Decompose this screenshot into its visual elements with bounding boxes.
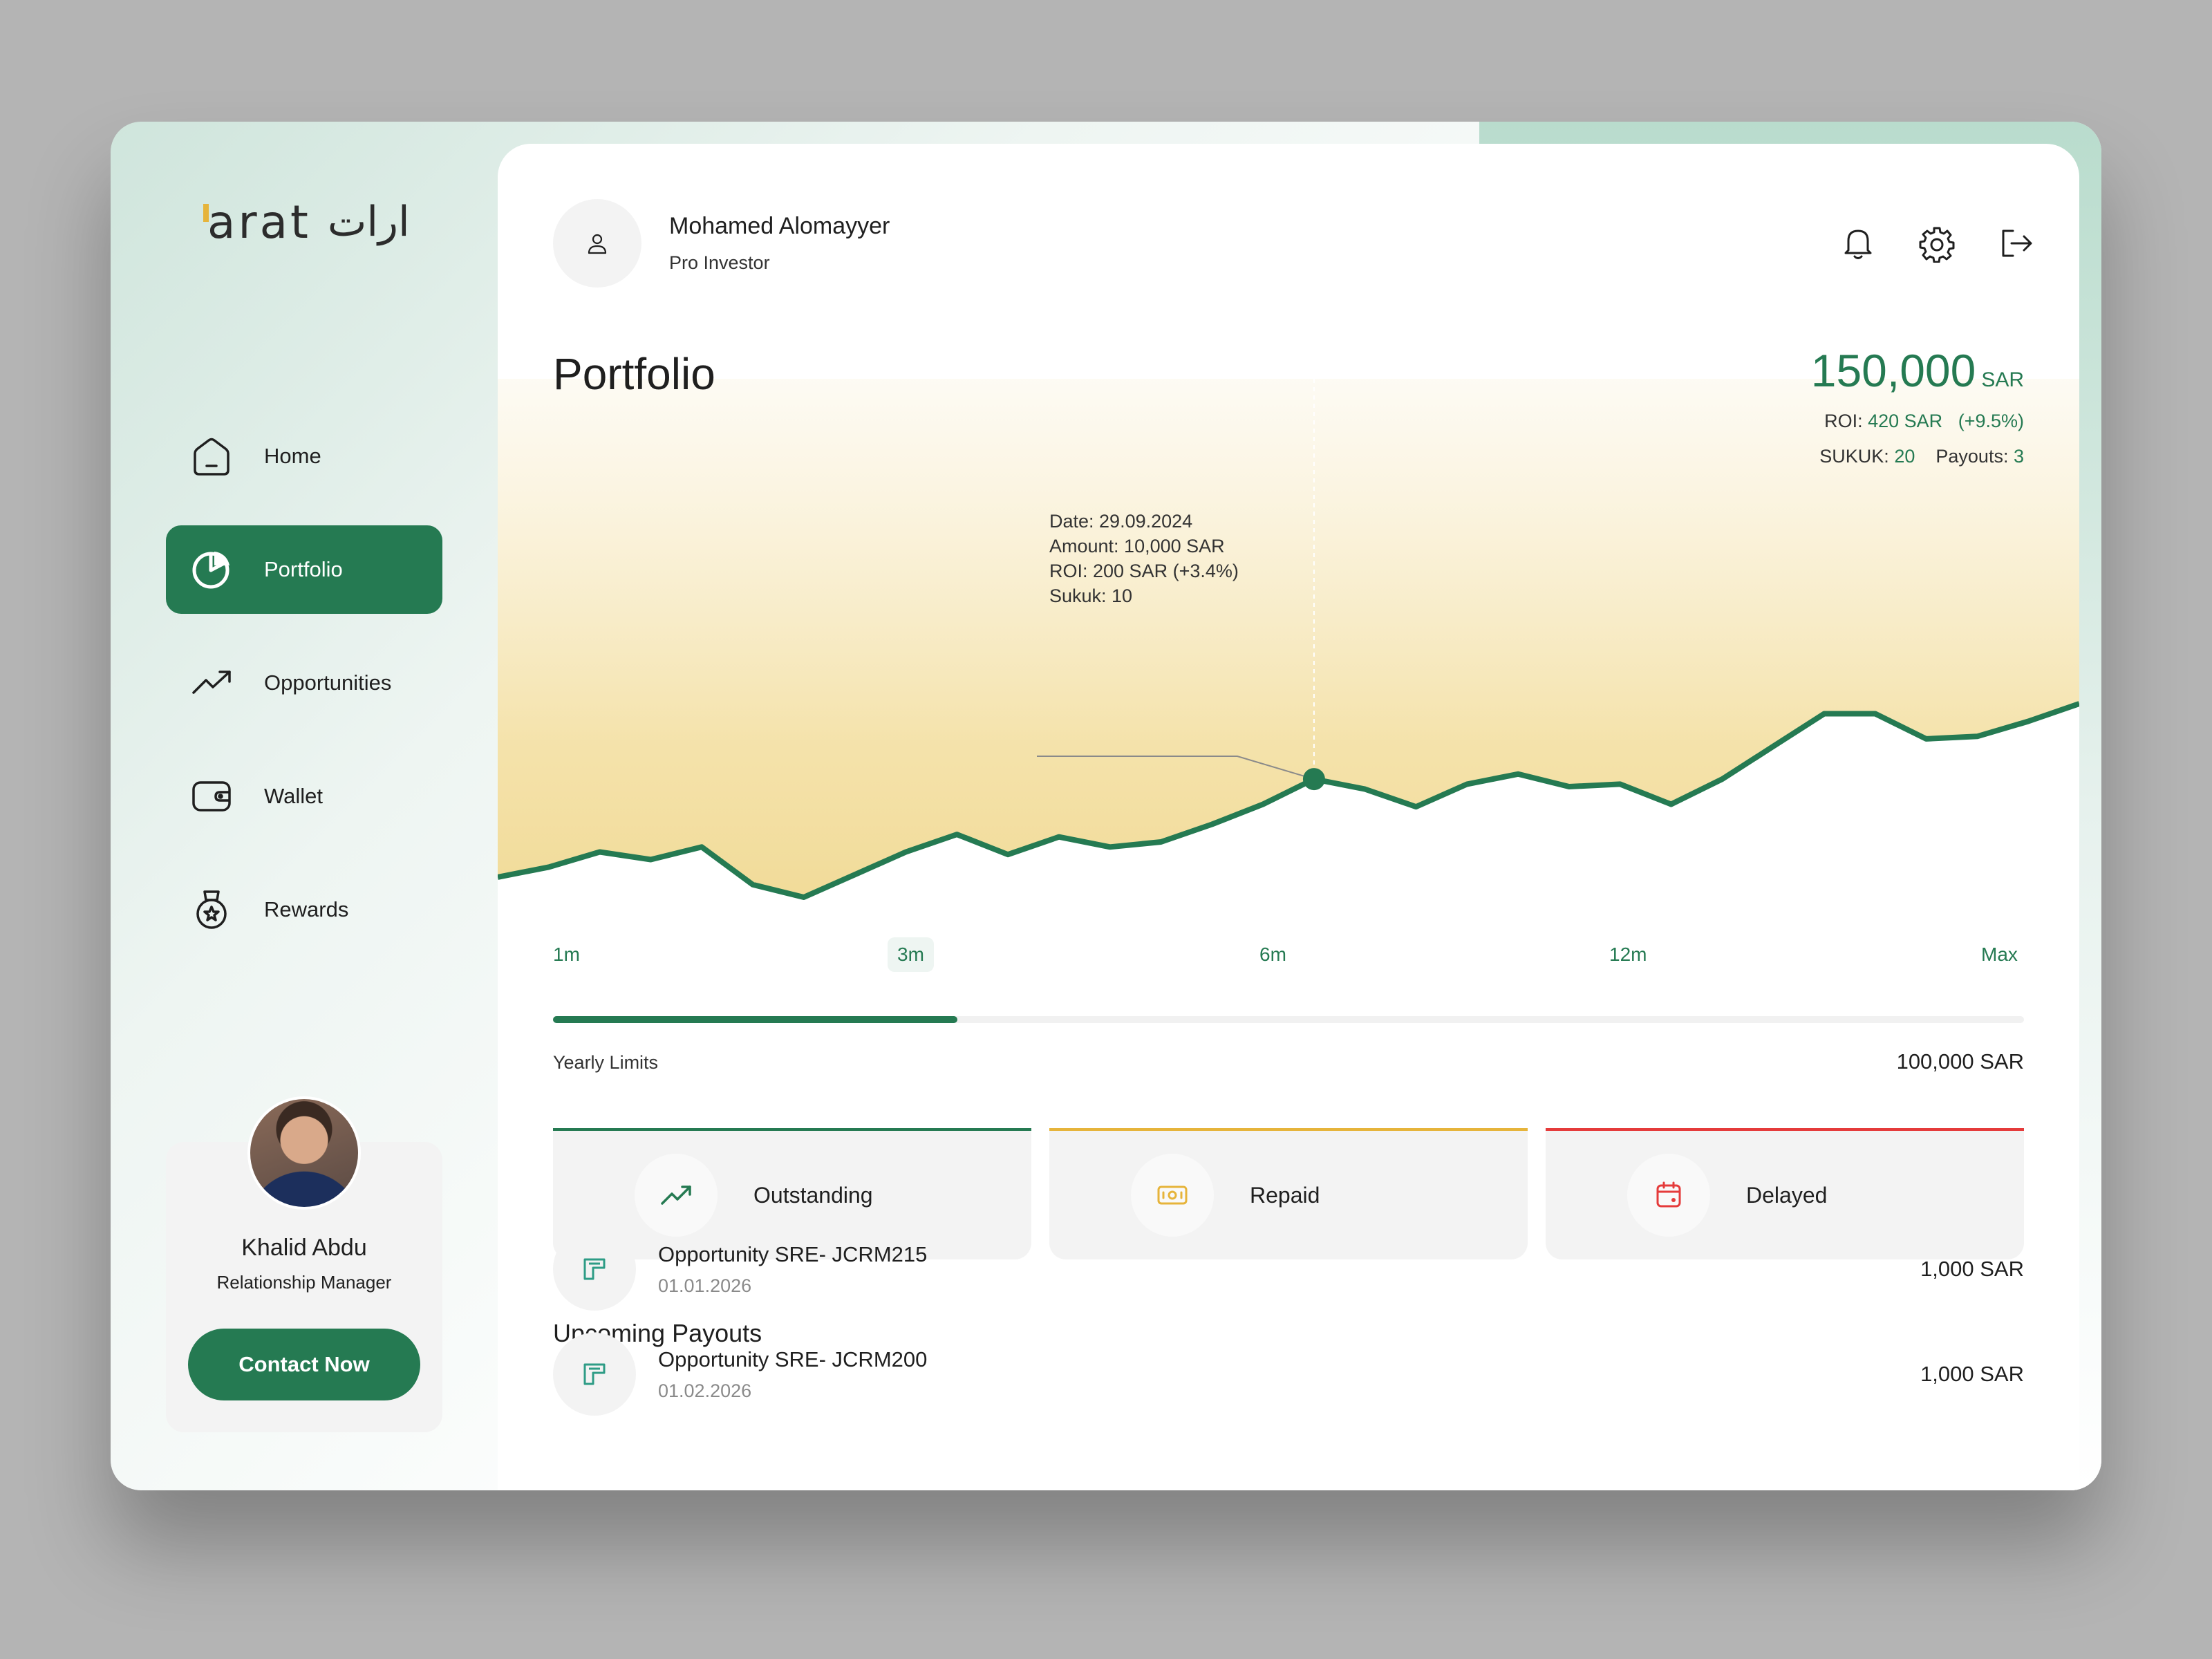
sidebar-item-portfolio[interactable]: Portfolio xyxy=(166,525,442,614)
total-amount: 150,000 xyxy=(1810,345,1976,396)
tooltip-roi: ROI: 200 SAR (+3.4%) xyxy=(1049,561,1239,581)
home-icon xyxy=(194,438,229,476)
range-1m[interactable]: 1m xyxy=(543,937,590,972)
time-range-selector: 1m 3m 6m 12m Max xyxy=(553,937,2024,972)
logo: arat ارات xyxy=(203,191,410,253)
sidebar-item-rewards[interactable]: Rewards xyxy=(166,865,442,954)
status-label: Delayed xyxy=(1746,1182,1828,1208)
sidebar-nav: Home Portfolio Opportunities Wallet Rewa… xyxy=(166,412,442,979)
pie-chart-icon xyxy=(192,552,229,589)
payout-name: Opportunity SRE- JCRM200 xyxy=(658,1347,928,1371)
portfolio-summary: 150,000 SAR ROI: 420 SAR (+9.5%) SUKUK: 2… xyxy=(1811,344,2024,467)
tooltip-amount: Amount: 10,000 SAR xyxy=(1049,536,1225,556)
roi-percent: (+9.5%) xyxy=(1958,411,2024,431)
status-icon-wrap xyxy=(635,1154,718,1237)
user-profile[interactable]: Mohamed Alomayyer Pro Investor xyxy=(553,199,890,288)
opportunity-icon xyxy=(583,1363,606,1385)
range-6m[interactable]: 6m xyxy=(1250,937,1296,972)
wallet-icon xyxy=(192,781,231,812)
sidebar: arat ارات Home Portfolio Opportunities W… xyxy=(111,122,498,1490)
chart-highlight-point[interactable] xyxy=(1302,768,1325,791)
sidebar-item-label: Home xyxy=(264,444,321,468)
user-icon xyxy=(588,234,607,254)
sidebar-item-label: Portfolio xyxy=(264,557,343,581)
settings-icon[interactable] xyxy=(1918,224,1956,263)
range-12m[interactable]: 12m xyxy=(1600,937,1656,972)
page-title: Portfolio xyxy=(553,349,715,399)
sidebar-item-label: Opportunities xyxy=(264,671,392,695)
contact-now-button[interactable]: Contact Now xyxy=(188,1329,420,1400)
bell-icon[interactable] xyxy=(1839,224,1877,263)
calendar-icon xyxy=(1656,1181,1681,1208)
logo-latin: arat xyxy=(203,195,311,249)
app-window: arat ارات Home Portfolio Opportunities W… xyxy=(111,122,2101,1490)
roi-value: 420 SAR xyxy=(1868,411,1943,431)
roi-line: ROI: 420 SAR (+9.5%) xyxy=(1811,411,2024,432)
sidebar-item-label: Rewards xyxy=(264,897,349,921)
user-avatar xyxy=(553,199,641,288)
yearly-limit-fill xyxy=(553,1016,958,1023)
payout-amount: 1,000 SAR xyxy=(1920,1257,2024,1281)
yearly-limit-bar xyxy=(553,1016,2024,1023)
total-value: 150,000 SAR xyxy=(1811,344,2024,397)
payout-icon-wrap xyxy=(553,1228,636,1311)
status-icon-wrap xyxy=(1627,1154,1710,1237)
roi-label: ROI: xyxy=(1824,411,1863,431)
sidebar-item-wallet[interactable]: Wallet xyxy=(166,752,442,841)
range-3m[interactable]: 3m xyxy=(888,937,934,972)
user-role: Pro Investor xyxy=(669,252,770,273)
user-name: Mohamed Alomayyer xyxy=(669,213,890,239)
opportunity-icon xyxy=(583,1258,606,1280)
payout-date: 01.01.2026 xyxy=(658,1275,752,1296)
sidebar-item-opportunities[interactable]: Opportunities xyxy=(166,639,442,727)
manager-role: Relationship Manager xyxy=(216,1272,392,1293)
total-currency: SAR xyxy=(1981,368,2024,391)
main-panel: Mohamed Alomayyer Pro Investor Portfolio… xyxy=(498,144,2079,1490)
sidebar-item-home[interactable]: Home xyxy=(166,412,442,500)
payout-row[interactable]: Opportunity SRE- JCRM200 01.02.2026 1,00… xyxy=(553,1331,2024,1417)
tooltip-sukuk: Sukuk: 10 xyxy=(1049,585,1133,606)
header-actions xyxy=(1839,224,2035,263)
relationship-manager-card: Khalid Abdu Relationship Manager Contact… xyxy=(166,1096,442,1432)
payout-name: Opportunity SRE- JCRM215 xyxy=(658,1241,928,1266)
chart-tooltip: Date: 29.09.2024 Amount: 10,000 SAR ROI:… xyxy=(1049,509,1239,608)
trending-up-icon xyxy=(192,671,231,694)
payout-amount: 1,000 SAR xyxy=(1920,1362,2024,1386)
logout-icon[interactable] xyxy=(1996,224,2035,263)
payouts-value: 3 xyxy=(2013,446,2024,467)
payout-date: 01.02.2026 xyxy=(658,1380,752,1401)
sukuk-line: SUKUK: 20 Payouts: 3 xyxy=(1811,446,2024,467)
yearly-limit-value: 100,000 SAR xyxy=(1896,1049,2024,1074)
sidebar-item-label: Wallet xyxy=(264,784,323,808)
medal-icon xyxy=(196,890,227,929)
payout-row[interactable]: Opportunity SRE- JCRM215 01.01.2026 1,00… xyxy=(553,1226,2024,1312)
logo-arabic: ارات xyxy=(327,198,410,246)
trending-up-icon xyxy=(661,1185,691,1205)
payout-icon-wrap xyxy=(553,1333,636,1416)
status-icon-wrap xyxy=(1131,1154,1214,1237)
sukuk-value: 20 xyxy=(1894,446,1915,467)
payouts-label: Payouts: xyxy=(1936,446,2009,467)
banknote-icon xyxy=(1157,1185,1188,1205)
status-label: Repaid xyxy=(1250,1182,1320,1208)
sukuk-label: SUKUK: xyxy=(1819,446,1889,467)
status-label: Outstanding xyxy=(753,1182,873,1208)
manager-avatar xyxy=(247,1096,361,1210)
range-max[interactable]: Max xyxy=(1971,937,2027,972)
tooltip-date: Date: 29.09.2024 xyxy=(1049,511,1193,532)
yearly-limit-label: Yearly Limits xyxy=(553,1052,659,1073)
manager-name: Khalid Abdu xyxy=(241,1235,367,1261)
